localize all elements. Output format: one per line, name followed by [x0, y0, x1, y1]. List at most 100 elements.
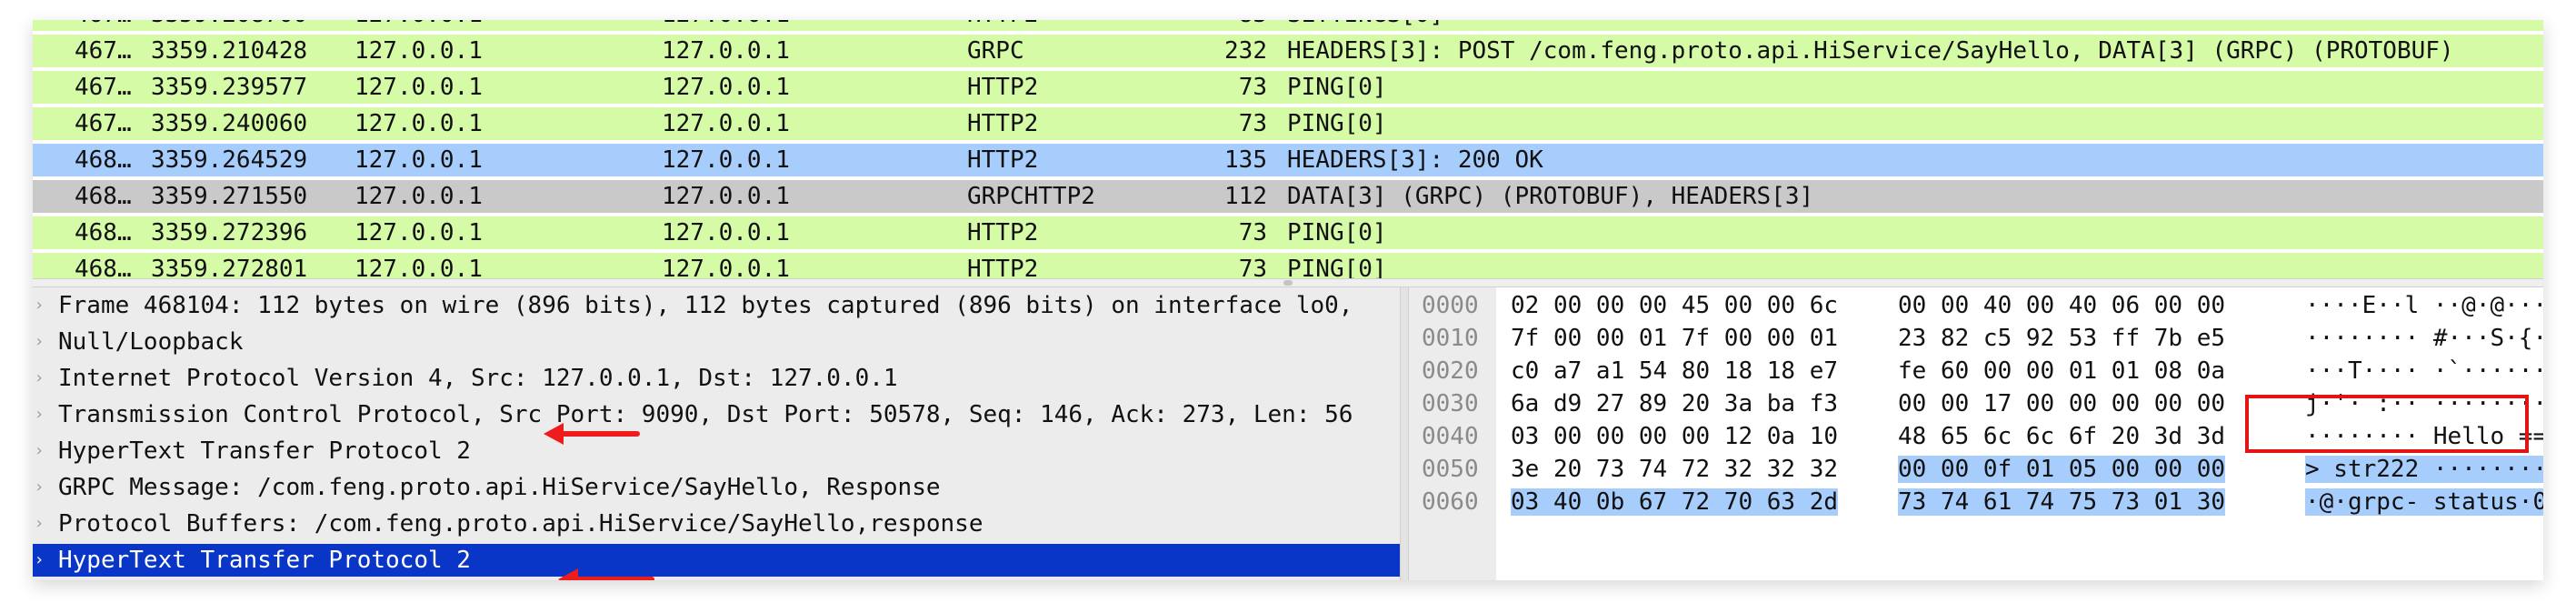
- packet-destination-cell: 127.0.0.1: [662, 74, 790, 101]
- tree-item[interactable]: › HyperText Transfer Protocol 2: [33, 435, 1400, 467]
- hex-offset: 0040: [1422, 423, 1479, 450]
- packet-info-cell: HEADERS[3]: 200 OK: [1287, 146, 1543, 174]
- packet-protocol-cell: HTTP2: [967, 219, 1039, 246]
- annotation-arrow: [544, 423, 640, 445]
- hex-bytes[interactable]: fe 60 00 00 01 01 08 0a: [1898, 357, 2225, 385]
- packet-protocol-cell: HTTP2: [967, 110, 1039, 137]
- packet-row[interactable]: 468… 3359.264529 127.0.0.1 127.0.0.1 HTTP2 13…: [33, 144, 2543, 176]
- hex-offset: 0060: [1422, 488, 1479, 516]
- packet-destination-cell: 127.0.0.1: [662, 110, 790, 137]
- hex-ascii[interactable]: ·@·grpc- status·0: [2305, 488, 2543, 516]
- disclosure-chevron-icon[interactable]: ›: [33, 544, 45, 577]
- splitter-grip[interactable]: [1283, 280, 1293, 286]
- packet-time-cell: 3359.272801: [151, 256, 308, 278]
- annotation-highlight-box: [2245, 395, 2529, 453]
- hex-offset: 0010: [1422, 325, 1479, 352]
- disclosure-chevron-icon[interactable]: ›: [33, 435, 45, 467]
- hex-bytes[interactable]: 7f 00 00 01 7f 00 00 01: [1511, 325, 1838, 352]
- packet-row[interactable]: 468… 3359.271550 127.0.0.1 127.0.0.1 GRPCHTT…: [33, 180, 2543, 213]
- hex-bytes[interactable]: c0 a7 a1 54 80 18 18 e7: [1511, 357, 1838, 385]
- packet-info-cell: DATA[3] (GRPC) (PROTOBUF), HEADERS[3]: [1287, 183, 1814, 210]
- packet-length-cell: 83: [1105, 20, 1267, 31]
- disclosure-chevron-icon[interactable]: ›: [33, 398, 45, 431]
- hex-offset: 0050: [1422, 456, 1479, 483]
- packet-length-cell: 73: [1238, 256, 1267, 278]
- hex-ascii[interactable]: ···T···· ·`······: [2305, 357, 2543, 385]
- pane-splitter-vertical[interactable]: [1400, 287, 1409, 580]
- packet-protocol-cell: GRPCHTTP2: [967, 183, 1095, 210]
- packet-source-cell: 127.0.0.1: [354, 183, 483, 210]
- packet-source-cell: 127.0.0.1: [354, 219, 483, 246]
- packet-length-cell: 73: [1238, 219, 1267, 246]
- hex-ascii[interactable]: ········ #···S·{·: [2305, 325, 2543, 352]
- packet-info-cell: SETTINGS[0]: [1287, 20, 1443, 31]
- disclosure-chevron-icon[interactable]: ›: [33, 289, 45, 322]
- packet-source-cell: 127.0.0.1: [354, 110, 483, 137]
- packet-row[interactable]: 468… 3359.272801 127.0.0.1 127.0.0.1 HTTP2 73…: [33, 253, 2543, 278]
- tree-item[interactable]: › Transmission Control Protocol, Src Port…: [33, 398, 1400, 431]
- packet-protocol-cell: HTTP2: [967, 20, 1038, 31]
- tree-item[interactable]: › Frame 468104: 112 bytes on wire (896 bi…: [33, 289, 1400, 322]
- hex-bytes[interactable]: 00 00 0f 01 05 00 00 00: [1898, 456, 2226, 483]
- packet-row[interactable]: 467… 3359.210428 127.0.0.1 127.0.0.1 GRPC 232…: [33, 35, 2543, 67]
- hex-bytes[interactable]: 00 00 17 00 00 00 00 00: [1898, 390, 2225, 417]
- hex-bytes[interactable]: 73 74 61 74 75 73 01 30: [1898, 488, 2226, 516]
- wireshark-window: 467… 3359.208700 127.0.0.1 127.0.0.1 HTTP2 83…: [33, 20, 2543, 580]
- packet-row[interactable]: 467… 3359.208700 127.0.0.1 127.0.0.1 HTTP2 83…: [33, 20, 2543, 31]
- hex-row: 0050 3e 20 73 74 72 32 32 32 00 00 0f 01 0…: [1409, 453, 2543, 486]
- hex-row: 0020 c0 a7 a1 54 80 18 18 e7 fe 60 00 00 0…: [1409, 355, 2543, 387]
- tree-item[interactable]: › Internet Protocol Version 4, Src: 127.0…: [33, 362, 1400, 395]
- hex-bytes[interactable]: 00 00 40 00 40 06 00 00: [1898, 292, 2225, 319]
- hex-row: 0060 03 40 0b 67 72 70 63 2d 73 74 61 74 7…: [1409, 486, 2543, 518]
- hex-bytes[interactable]: 23 82 c5 92 53 ff 7b e5: [1898, 325, 2225, 352]
- tree-item-label: GRPC Message: /com.feng.proto.api.HiServ…: [58, 474, 941, 501]
- packet-info-cell: PING[0]: [1287, 74, 1387, 101]
- packet-row[interactable]: 467… 3359.239577 127.0.0.1 127.0.0.1 HTTP2 73…: [33, 71, 2543, 104]
- hex-ascii[interactable]: > str222 ········: [2305, 456, 2543, 483]
- tree-item-label: Frame 468104: 112 bytes on wire (896 bit…: [58, 292, 1353, 319]
- tree-item-label: Internet Protocol Version 4, Src: 127.0.…: [58, 365, 898, 392]
- packet-list: 467… 3359.208700 127.0.0.1 127.0.0.1 HTTP2 83…: [33, 20, 2543, 278]
- packet-number-cell: 468…: [75, 219, 132, 246]
- disclosure-chevron-icon[interactable]: ›: [33, 507, 45, 540]
- packet-protocol-cell: HTTP2: [967, 74, 1039, 101]
- hex-bytes[interactable]: 48 65 6c 6c 6f 20 3d 3d: [1898, 423, 2225, 450]
- packet-number-cell: 467…: [75, 20, 144, 31]
- packet-time-cell: 3359.210428: [151, 37, 308, 65]
- packet-row[interactable]: 467… 3359.240060 127.0.0.1 127.0.0.1 HTTP2 73…: [33, 107, 2543, 140]
- hex-bytes[interactable]: 03 00 00 00 00 12 0a 10: [1511, 423, 1838, 450]
- packet-source-cell: 127.0.0.1: [354, 256, 483, 278]
- packet-time-cell: 3359.240060: [151, 110, 308, 137]
- packet-destination-cell: 127.0.0.1: [662, 146, 790, 174]
- hex-bytes[interactable]: 02 00 00 00 45 00 00 6c: [1511, 292, 1838, 319]
- packet-destination-cell: 127.0.0.1: [662, 256, 790, 278]
- packet-number-cell: 468…: [75, 256, 132, 278]
- packet-number-cell: 467…: [75, 110, 132, 137]
- disclosure-chevron-icon[interactable]: ›: [33, 326, 45, 358]
- hex-offset: 0030: [1422, 390, 1479, 417]
- hex-row: 0000 02 00 00 00 45 00 00 6c 00 00 40 00 4…: [1409, 289, 2543, 322]
- disclosure-chevron-icon[interactable]: ›: [33, 471, 45, 504]
- packet-number-cell: 467…: [75, 74, 132, 101]
- tree-item[interactable]: › Null/Loopback: [33, 326, 1400, 358]
- packet-source-cell: 127.0.0.1: [354, 146, 483, 174]
- hex-bytes[interactable]: 6a d9 27 89 20 3a ba f3: [1511, 390, 1838, 417]
- tree-item-label: HyperText Transfer Protocol 2: [58, 547, 471, 574]
- packet-length-cell: 232: [1224, 37, 1267, 65]
- tree-item[interactable]: › GRPC Message: /com.feng.proto.api.HiSer…: [33, 471, 1400, 504]
- packet-time-cell: 3359.264529: [151, 146, 308, 174]
- disclosure-chevron-icon[interactable]: ›: [33, 362, 45, 395]
- packet-time-cell: 3359.208700: [151, 20, 307, 31]
- tree-item[interactable]: › Protocol Buffers: /com.feng.proto.api.H…: [33, 507, 1400, 540]
- hex-ascii[interactable]: ····E··l ··@·@···: [2305, 292, 2543, 319]
- tree-item[interactable]: › HyperText Transfer Protocol 2: [33, 544, 1400, 577]
- pane-splitter-horizontal[interactable]: [33, 278, 2543, 287]
- packet-number-cell: 467…: [75, 37, 132, 65]
- packet-time-cell: 3359.271550: [151, 183, 308, 210]
- packet-time-cell: 3359.239577: [151, 74, 308, 101]
- hex-offset: 0000: [1422, 292, 1479, 319]
- hex-bytes[interactable]: 03 40 0b 67 72 70 63 2d: [1511, 488, 1839, 516]
- packet-row[interactable]: 468… 3359.272396 127.0.0.1 127.0.0.1 HTTP2 73…: [33, 216, 2543, 249]
- hex-bytes[interactable]: 3e 20 73 74 72 32 32 32: [1511, 456, 1838, 483]
- packet-length-cell: 112: [1224, 183, 1267, 210]
